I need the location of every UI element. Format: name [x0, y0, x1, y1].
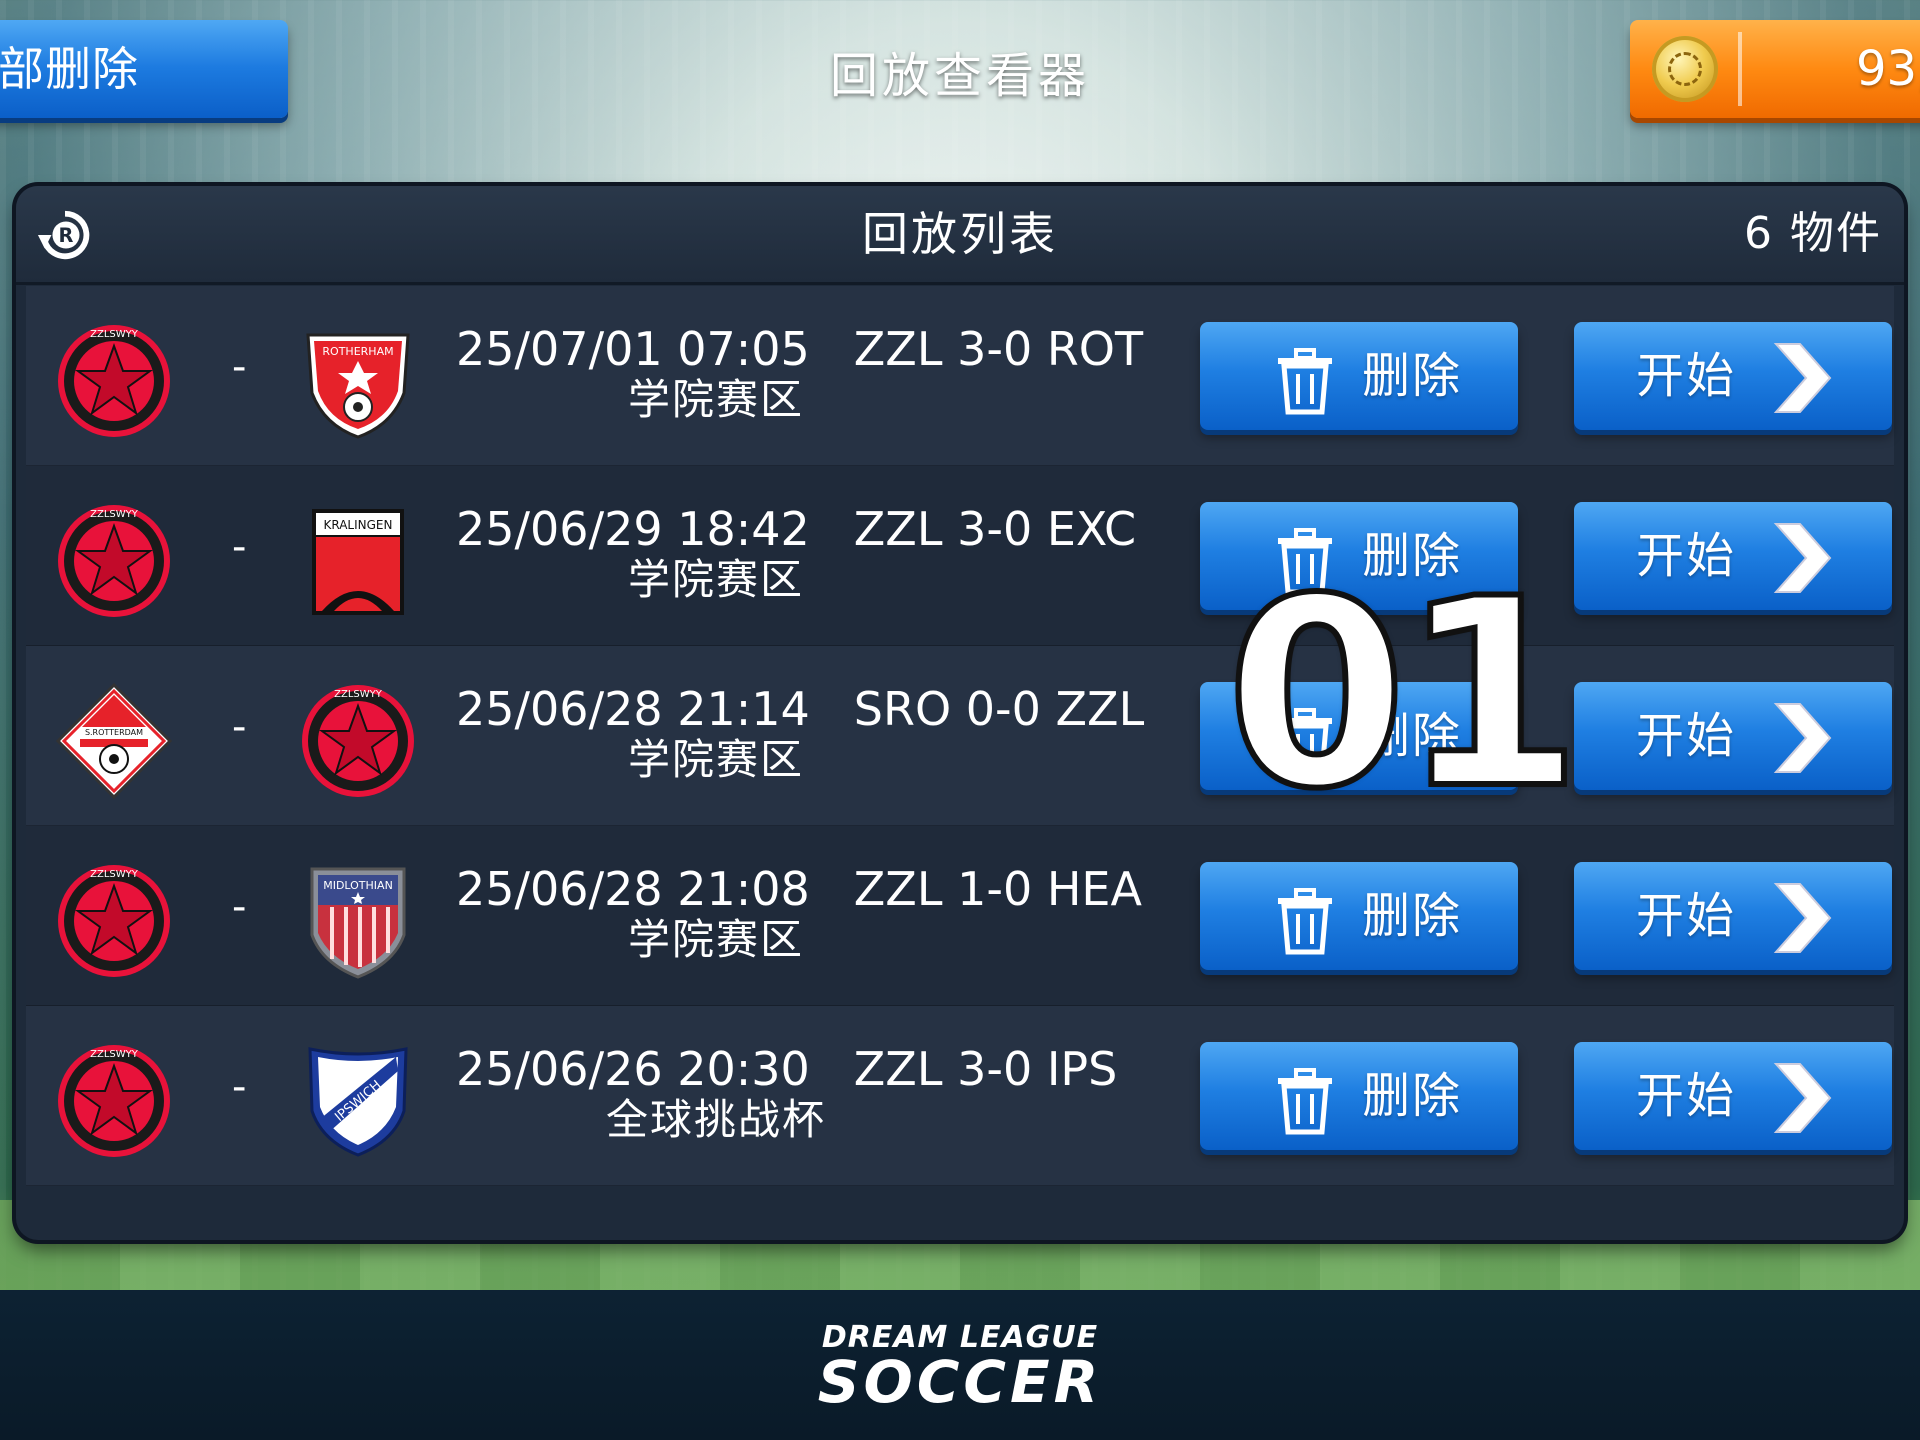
replay-row: ZZLSWYY - KRALINGEN 25/06/29 18:42 ZZL 3-… [26, 466, 1894, 646]
start-button-label: 开始 [1636, 528, 1737, 584]
start-button[interactable]: 开始 [1574, 502, 1892, 610]
trash-icon [1278, 888, 1332, 955]
match-info: 25/06/28 21:14 SRO 0-0 ZZL [456, 682, 1144, 736]
overlay-number: 01 [1223, 544, 1585, 846]
coin-balance-value: 93, [1856, 41, 1920, 97]
start-button[interactable]: 开始 [1574, 682, 1892, 790]
vs-dash: - [232, 884, 247, 930]
zzlswyy-star-badge: ZZLSWYY [58, 865, 170, 977]
vs-dash: - [232, 1064, 247, 1110]
svg-text:ZZLSWYY: ZZLSWYY [90, 509, 139, 520]
start-button-label: 开始 [1636, 708, 1737, 764]
delete-button-label: 删除 [1362, 888, 1463, 944]
delete-button-label: 删除 [1362, 348, 1463, 404]
delete-button[interactable]: 删除 [1200, 322, 1518, 430]
svg-text:ZZLSWYY: ZZLSWYY [90, 1049, 139, 1060]
s-rotterdam-badge: S.ROTTERDAM [55, 682, 173, 800]
zzlswyy-star-badge: ZZLSWYY [302, 685, 414, 797]
replay-row: ZZLSWYY - IPSWICH 25/06/26 20:30 ZZL 3-0 … [26, 1006, 1894, 1186]
match-result: ZZL 1-0 HEA [853, 862, 1142, 916]
match-competition: 全球挑战杯 [605, 1095, 826, 1144]
match-competition: 学院赛区 [627, 735, 804, 784]
match-info: 25/06/29 18:42 ZZL 3-0 EXC [456, 502, 1136, 556]
panel-title: 回放列表 [862, 207, 1058, 261]
svg-text:KRALINGEN: KRALINGEN [324, 518, 393, 532]
start-button-label: 开始 [1636, 348, 1737, 404]
zzlswyy-star-badge: ZZLSWYY [58, 505, 170, 617]
match-info: 25/06/26 20:30 ZZL 3-0 IPS [456, 1042, 1117, 1096]
match-date: 25/06/26 20:30 [456, 1042, 810, 1096]
match-result: ZZL 3-0 ROT [853, 322, 1144, 376]
match-date: 25/06/28 21:14 [456, 682, 810, 736]
item-count: 6 物件 [1744, 208, 1882, 259]
vs-dash: - [232, 524, 247, 570]
svg-text:ZZLSWYY: ZZLSWYY [90, 329, 139, 340]
match-info: 25/06/28 21:08 ZZL 1-0 HEA [456, 862, 1142, 916]
replay-row: ZZLSWYY - ROTHERHAM 25/07/01 07:05 ZZL 3-… [26, 286, 1894, 466]
svg-text:S.ROTTERDAM: S.ROTTERDAM [85, 728, 143, 737]
kralingen-badge: KRALINGEN [312, 509, 404, 615]
replay-rows: ZZLSWYY - ROTHERHAM 25/07/01 07:05 ZZL 3-… [26, 286, 1894, 1186]
replay-list-panel: R 回放列表 6 物件 ZZLSWYY - ROTHERHAM 25/07/01… [16, 186, 1904, 1240]
delete-all-button[interactable]: 部删除 [0, 20, 288, 118]
delete-button[interactable]: 删除 [1200, 1042, 1518, 1150]
panel-header: R 回放列表 6 物件 [16, 186, 1904, 285]
start-button-label: 开始 [1636, 1068, 1737, 1124]
ipswich-badge: IPSWICH [308, 1047, 408, 1157]
trash-icon [1278, 348, 1332, 415]
game-logo-bottom: SOCCER [817, 1348, 1103, 1416]
start-button[interactable]: 开始 [1574, 862, 1892, 970]
midlothian-badge: MIDLOTHIAN [310, 867, 406, 979]
match-result: SRO 0-0 ZZL [853, 682, 1145, 736]
match-info: 25/07/01 07:05 ZZL 3-0 ROT [456, 322, 1143, 376]
chevron-right-icon [1773, 703, 1832, 773]
match-date: 25/06/29 18:42 [456, 502, 810, 556]
match-competition: 学院赛区 [627, 915, 804, 964]
start-button-label: 开始 [1636, 888, 1737, 944]
match-date: 25/06/28 21:08 [456, 862, 810, 916]
delete-button-label: 删除 [1362, 1068, 1463, 1124]
chevron-right-icon [1773, 523, 1832, 593]
vs-dash: - [232, 704, 247, 750]
delete-button[interactable]: 删除 [1200, 862, 1518, 970]
page-title: 回放查看器 [829, 48, 1090, 104]
vs-dash: - [232, 344, 247, 390]
start-button[interactable]: 开始 [1574, 1042, 1892, 1150]
match-result: ZZL 3-0 IPS [853, 1042, 1118, 1096]
chevron-right-icon [1773, 883, 1832, 953]
match-date: 25/07/01 07:05 [456, 322, 810, 376]
match-competition: 学院赛区 [627, 555, 804, 604]
match-competition: 学院赛区 [627, 375, 804, 424]
chevron-right-icon [1773, 1063, 1832, 1133]
svg-text:ZZLSWYY: ZZLSWYY [334, 689, 383, 700]
coin-icon [1652, 36, 1718, 102]
svg-text:ROTHERHAM: ROTHERHAM [322, 345, 393, 358]
currency-divider [1738, 32, 1742, 106]
zzlswyy-star-badge: ZZLSWYY [58, 1045, 170, 1157]
footer-bar: DREAM LEAGUE SOCCER [0, 1290, 1920, 1440]
zzlswyy-star-badge: ZZLSWYY [58, 325, 170, 437]
match-result: ZZL 3-0 EXC [853, 502, 1137, 556]
svg-text:ZZLSWYY: ZZLSWYY [90, 869, 139, 880]
coin-balance[interactable]: 93, [1630, 20, 1920, 118]
replay-row: ZZLSWYY - MIDLOTHIAN 25/06/28 21:08 ZZL 1… [26, 826, 1894, 1006]
replay-row: S.ROTTERDAM - ZZLSWYY 25/06/28 21:14 SRO … [26, 646, 1894, 826]
svg-text:MIDLOTHIAN: MIDLOTHIAN [323, 879, 393, 892]
start-button[interactable]: 开始 [1574, 322, 1892, 430]
chevron-right-icon [1773, 343, 1832, 413]
rotherham-badge: ROTHERHAM [306, 333, 410, 439]
trash-icon [1278, 1068, 1332, 1135]
